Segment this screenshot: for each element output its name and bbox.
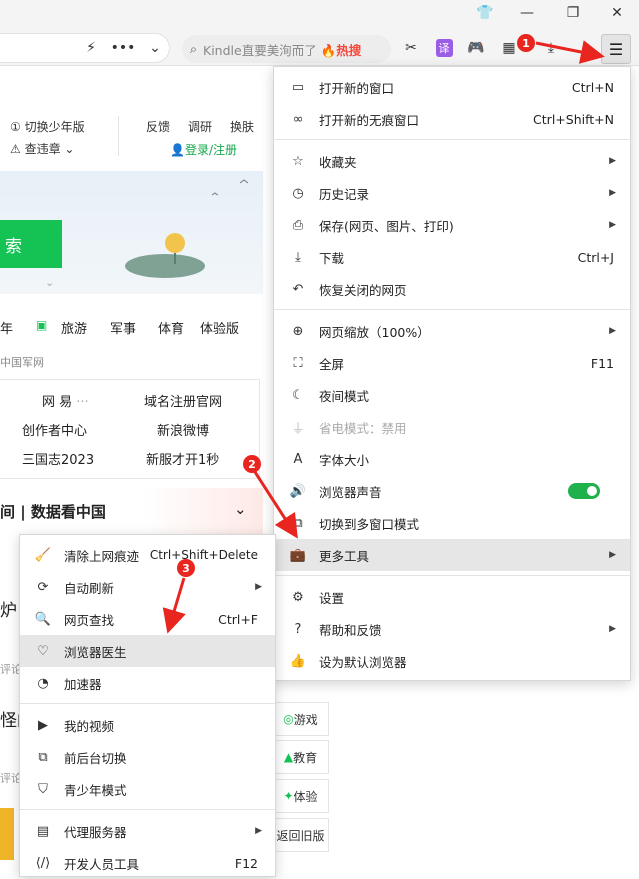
arrow-1: [535, 40, 605, 64]
annotation-badge-2: 2: [243, 455, 261, 473]
annotation-badge-3: 3: [177, 559, 195, 577]
arrow-2: [253, 471, 298, 539]
annotation-arrows: [162, 40, 605, 634]
arrow-3: [162, 577, 186, 634]
